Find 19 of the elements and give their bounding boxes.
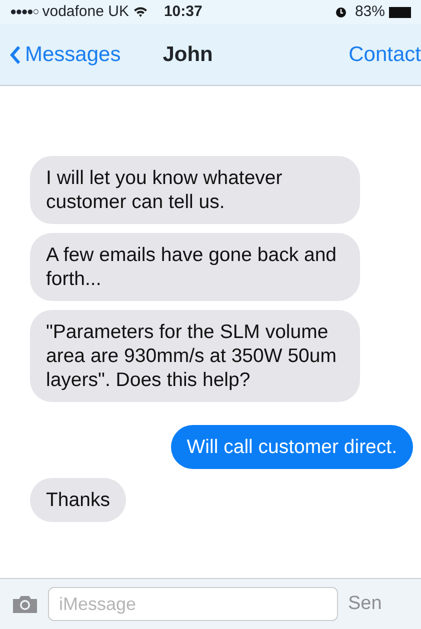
chevron-left-icon (10, 44, 21, 64)
back-button[interactable]: Messages (10, 38, 121, 70)
send-button[interactable]: Sen (348, 590, 382, 618)
wifi-icon (132, 6, 148, 18)
carrier: vodafone UK (42, 2, 129, 22)
alarm-icon (334, 6, 347, 18)
received-message: I will let you know whatever customer can tell us. (30, 156, 360, 224)
camera-icon[interactable] (12, 594, 38, 614)
clock: 10:37 (164, 2, 202, 22)
contact-button[interactable]: Contact (348, 38, 421, 70)
battery-icon (389, 6, 411, 18)
received-message: A few emails have gone back and forth... (30, 233, 360, 301)
conversation-title: John (162, 42, 213, 68)
sent-message: Will call customer direct. (170, 425, 413, 469)
battery-percent: 83% (354, 2, 385, 22)
received-message: Thanks (30, 478, 126, 522)
message-field[interactable]: iMessage (48, 587, 338, 621)
received-message: "Parameters for the SLM volume area are 930mm/s at 350W 50um layers". Does this help? (30, 310, 360, 402)
signal-dots: ●●●●○ (10, 4, 38, 20)
